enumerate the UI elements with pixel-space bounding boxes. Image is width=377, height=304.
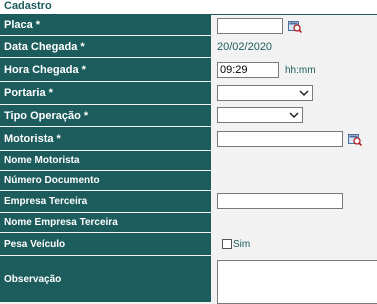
motorista-lookup-icon[interactable] <box>348 132 362 146</box>
row-hora-chegada: Hora Chegada * hh:mm <box>0 58 377 81</box>
placa-input[interactable] <box>217 18 283 34</box>
label-placa: Placa * <box>0 15 211 35</box>
section-title: Cadastro <box>4 0 52 12</box>
placa-lookup-icon[interactable] <box>288 19 302 33</box>
hora-format-hint: hh:mm <box>285 65 316 76</box>
row-nome-motorista: Nome Motorista <box>0 151 377 170</box>
chevron-down-icon <box>289 112 299 119</box>
label-nome-empresa-terceira: Nome Empresa Terceira <box>0 213 211 232</box>
label-tipo-operacao: Tipo Operação * <box>0 105 211 126</box>
label-data-chegada: Data Chegada * <box>0 36 211 57</box>
label-pesa-veiculo: Pesa Veículo <box>0 233 211 255</box>
label-numero-documento: Número Documento <box>0 171 211 190</box>
hora-chegada-input[interactable] <box>217 62 279 78</box>
row-motorista: Motorista * <box>0 127 377 150</box>
tipo-operacao-select[interactable] <box>217 107 303 123</box>
row-empresa-terceira: Empresa Terceira <box>0 191 377 212</box>
label-observacao: Observação <box>0 256 211 302</box>
label-motorista: Motorista * <box>0 127 211 150</box>
observacao-textarea[interactable] <box>217 260 377 304</box>
row-portaria: Portaria * <box>0 82 377 104</box>
value-numero-documento <box>213 171 377 190</box>
label-nome-motorista: Nome Motorista <box>0 151 211 170</box>
label-empresa-terceira: Empresa Terceira <box>0 191 211 212</box>
motorista-input[interactable] <box>217 131 343 147</box>
label-hora-chegada: Hora Chegada * <box>0 58 211 81</box>
value-nome-motorista <box>213 151 377 170</box>
value-nome-empresa-terceira <box>213 213 377 232</box>
row-tipo-operacao: Tipo Operação * <box>0 105 377 126</box>
row-placa: Placa * <box>0 15 377 35</box>
chevron-down-icon <box>299 90 309 97</box>
row-observacao: Observação <box>0 256 377 304</box>
label-portaria: Portaria * <box>0 82 211 104</box>
pesa-veiculo-checkbox-label[interactable]: Sim <box>233 239 250 250</box>
data-chegada-value: 20/02/2020 <box>217 41 273 53</box>
row-numero-documento: Número Documento <box>0 171 377 190</box>
section-header: Cadastro <box>0 0 377 15</box>
empresa-terceira-input[interactable] <box>217 193 343 209</box>
portaria-select[interactable] <box>217 85 313 101</box>
row-data-chegada: Data Chegada * 20/02/2020 <box>0 36 377 57</box>
row-pesa-veiculo: Pesa Veículo Sim <box>0 233 377 255</box>
row-nome-empresa-terceira: Nome Empresa Terceira <box>0 213 377 232</box>
pesa-veiculo-checkbox[interactable] <box>222 239 232 249</box>
